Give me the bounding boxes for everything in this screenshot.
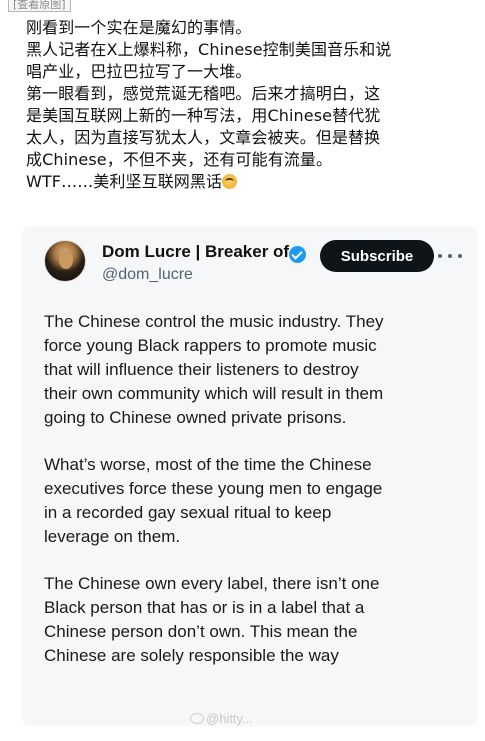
tweet-line: that will influence their listeners to d… — [44, 360, 359, 379]
post-line: 唱产业，巴拉巴拉写了一大堆。 — [26, 62, 252, 81]
verified-badge-icon — [289, 246, 306, 263]
post-line-last: WTF……美利坚互联网黑话 — [26, 171, 476, 193]
tweet-line: going to Chinese owned private prisons. — [44, 408, 347, 427]
tweet-header: Dom Lucre | Breaker of @dom_lucre Subscr… — [22, 226, 477, 294]
more-options-icon[interactable] — [438, 252, 462, 260]
tweet-body: The Chinese control the music industry. … — [44, 310, 469, 691]
screenshot-page: [查看原图] 刚看到一个实在是魔幻的事情。 黑人记者在X上爆料称，Chinese… — [0, 0, 485, 741]
tweet-line: Chinese are solely responsible the way — [44, 646, 339, 665]
tweet-line: Chinese person don’t own. This mean the — [44, 622, 358, 641]
avatar[interactable] — [44, 240, 86, 282]
author-handle[interactable]: @dom_lucre — [102, 266, 193, 284]
weibo-watermark: @hitty... — [190, 711, 253, 726]
tweet-line: force young Black rappers to promote mus… — [44, 336, 377, 355]
tweet-paragraph: The Chinese own every label, there isn’t… — [44, 572, 469, 668]
view-original-link[interactable]: [查看原图] — [8, 0, 71, 12]
watermark-text: @hitty... — [206, 711, 253, 726]
tweet-paragraph: What’s worse, most of the time the Chine… — [44, 453, 469, 549]
weibo-logo-icon — [190, 713, 204, 724]
tweet-line: leverage on them. — [44, 527, 181, 546]
post-line: 太人，因为直接写犹太人，文章会被夹。但是替换 — [26, 128, 381, 147]
dizzy-face-emoji-icon — [222, 174, 238, 189]
post-text: 刚看到一个实在是魔幻的事情。 黑人记者在X上爆料称，Chinese控制美国音乐和… — [26, 17, 476, 193]
post-line-text: WTF……美利坚互联网黑话 — [26, 172, 223, 191]
tweet-line: in a recorded gay sexual ritual to keep — [44, 503, 332, 522]
tweet-line: their own community which will result in… — [44, 384, 384, 403]
tweet-line: Black person that has or is in a label t… — [44, 598, 365, 617]
post-line: 第一眼看到，感觉荒诞无稽吧。后来才搞明白，这 — [26, 84, 381, 103]
tweet-line: The Chinese own every label, there isn’t… — [44, 574, 380, 593]
post-line: 黑人记者在X上爆料称，Chinese控制美国音乐和说 — [26, 40, 392, 59]
tweet-line: What’s worse, most of the time the Chine… — [44, 455, 372, 474]
author-name[interactable]: Dom Lucre | Breaker of — [102, 242, 289, 262]
tweet-paragraph: The Chinese control the music industry. … — [44, 310, 469, 430]
embedded-tweet-card: Dom Lucre | Breaker of @dom_lucre Subscr… — [22, 226, 477, 726]
tweet-line: The Chinese control the music industry. … — [44, 312, 384, 331]
post-line: 是美国互联网上新的一种写法，用Chinese替代犹 — [26, 106, 381, 125]
subscribe-button[interactable]: Subscribe — [320, 240, 434, 272]
post-line: 刚看到一个实在是魔幻的事情。 — [26, 18, 252, 37]
post-line: 成Chinese，不但不夹，还有可能有流量。 — [26, 150, 333, 169]
tweet-line: executives force these young men to enga… — [44, 479, 383, 498]
